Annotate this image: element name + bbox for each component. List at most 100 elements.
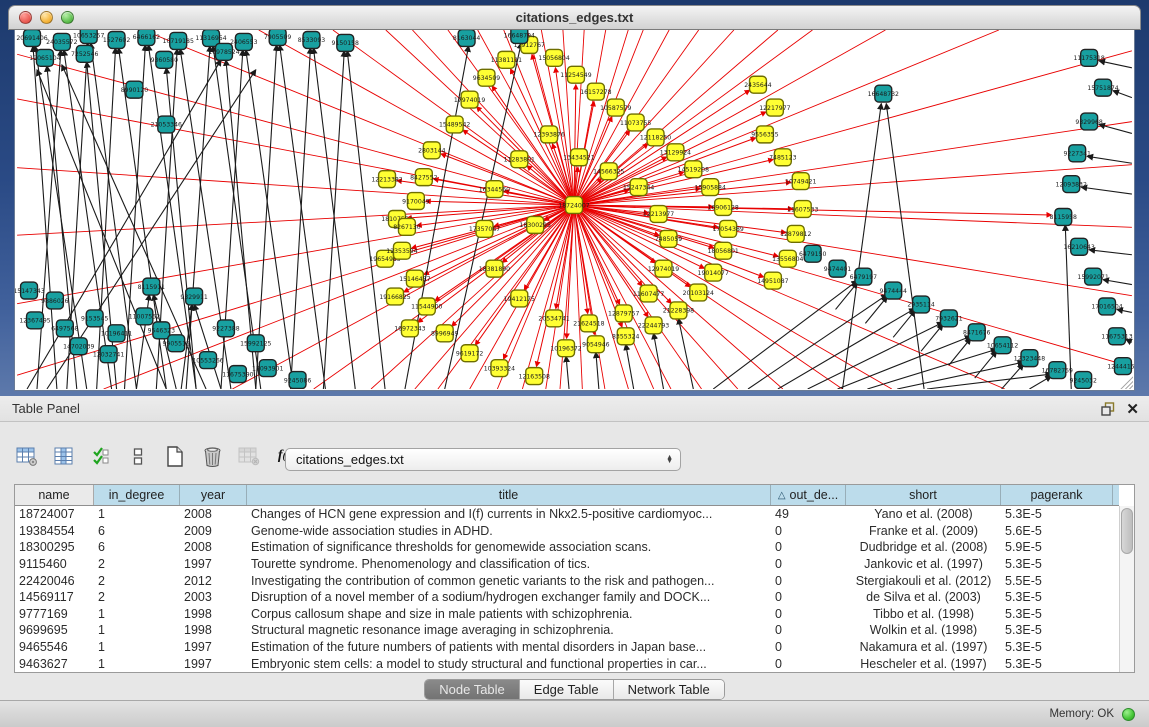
table-cell-title[interactable]: Tourette syndrome. Phenomenology and cla… xyxy=(247,557,771,571)
table-cell-year[interactable]: 2009 xyxy=(180,524,247,538)
tab-node-table[interactable]: Node Table xyxy=(425,680,520,699)
table-cell-in_degree[interactable]: 1 xyxy=(94,623,180,637)
table-cell-name[interactable]: 22420046 xyxy=(15,574,94,588)
table-cell-short[interactable]: Jankovic et al. (1997) xyxy=(846,557,1001,571)
table-cell-title[interactable]: Structural magnetic resonance image aver… xyxy=(247,623,771,637)
close-panel-icon[interactable]: ✕ xyxy=(1126,402,1139,417)
table-cell-pagerank[interactable]: 5.3E-5 xyxy=(1001,590,1113,604)
delete-table-icon[interactable] xyxy=(199,443,225,469)
table-cell-out_degree[interactable]: 0 xyxy=(771,590,846,604)
table-cell-short[interactable]: de Silva et al. (2003) xyxy=(846,590,1001,604)
table-cell-title[interactable]: Disruption of a novel member of a sodium… xyxy=(247,590,771,604)
table-cell-name[interactable]: 9699695 xyxy=(15,623,94,637)
show-columns-icon[interactable] xyxy=(51,443,77,469)
table-cell-in_degree[interactable]: 6 xyxy=(94,540,180,554)
table-row[interactable]: 977716911998Corpus callosum shape and si… xyxy=(15,606,1119,623)
table-cell-year[interactable]: 1998 xyxy=(180,607,247,621)
column-header-title[interactable]: title xyxy=(247,485,771,505)
table-cell-out_degree[interactable]: 49 xyxy=(771,507,846,521)
table-row[interactable]: 1938455462009Genome-wide association stu… xyxy=(15,523,1119,540)
new-table-icon[interactable] xyxy=(162,443,188,469)
column-header-out_degree[interactable]: △out_de... xyxy=(771,485,846,505)
table-cell-year[interactable]: 2003 xyxy=(180,590,247,604)
table-cell-name[interactable]: 9463627 xyxy=(15,657,94,671)
table-cell-out_degree[interactable]: 0 xyxy=(771,640,846,654)
table-cell-out_degree[interactable]: 0 xyxy=(771,607,846,621)
table-cell-pagerank[interactable]: 5.3E-5 xyxy=(1001,640,1113,654)
table-cell-pagerank[interactable]: 5.3E-5 xyxy=(1001,607,1113,621)
table-cell-title[interactable]: Genome-wide association studies in ADHD. xyxy=(247,524,771,538)
table-row[interactable]: 2242004622012Investigating the contribut… xyxy=(15,572,1119,589)
float-panel-icon[interactable] xyxy=(1101,402,1116,416)
table-cell-name[interactable]: 9115460 xyxy=(15,557,94,571)
table-cell-name[interactable]: 9465546 xyxy=(15,640,94,654)
table-row[interactable]: 946362711997Embryonic stem cells: a mode… xyxy=(15,655,1119,672)
table-cell-out_degree[interactable]: 0 xyxy=(771,574,846,588)
table-cell-name[interactable]: 18300295 xyxy=(15,540,94,554)
table-cell-pagerank[interactable]: 5.6E-5 xyxy=(1001,524,1113,538)
tab-network-table[interactable]: Network Table xyxy=(614,680,724,699)
scrollbar-thumb[interactable] xyxy=(1121,508,1133,554)
table-cell-year[interactable]: 1997 xyxy=(180,657,247,671)
table-cell-pagerank[interactable]: 5.3E-5 xyxy=(1001,557,1113,571)
table-cell-year[interactable]: 2012 xyxy=(180,574,247,588)
table-cell-pagerank[interactable]: 5.5E-5 xyxy=(1001,574,1113,588)
table-cell-in_degree[interactable]: 1 xyxy=(94,657,180,671)
table-row[interactable]: 1872400712008Changes of HCN gene express… xyxy=(15,506,1119,523)
table-cell-year[interactable]: 1998 xyxy=(180,623,247,637)
table-cell-year[interactable]: 1997 xyxy=(180,557,247,571)
table-cell-title[interactable]: Changes of HCN gene expression and I(f) … xyxy=(247,507,771,521)
table-vertical-scrollbar[interactable] xyxy=(1119,506,1134,672)
table-cell-title[interactable]: Estimation of significance thresholds fo… xyxy=(247,540,771,554)
resize-grip-icon[interactable] xyxy=(1119,375,1133,389)
table-cell-out_degree[interactable]: 0 xyxy=(771,657,846,671)
row-height-icon[interactable] xyxy=(125,443,151,469)
table-cell-name[interactable]: 19384554 xyxy=(15,524,94,538)
table-cell-in_degree[interactable]: 6 xyxy=(94,524,180,538)
table-cell-name[interactable]: 14569117 xyxy=(15,590,94,604)
table-cell-short[interactable]: Tibbo et al. (1998) xyxy=(846,607,1001,621)
table-cell-out_degree[interactable]: 0 xyxy=(771,524,846,538)
table-cell-in_degree[interactable]: 1 xyxy=(94,640,180,654)
table-cell-short[interactable]: Nakamura et al. (1997) xyxy=(846,640,1001,654)
table-cell-title[interactable]: Embryonic stem cells: a model to study s… xyxy=(247,657,771,671)
table-cell-year[interactable]: 2008 xyxy=(180,507,247,521)
table-cell-name[interactable]: 18724007 xyxy=(15,507,94,521)
table-cell-in_degree[interactable]: 2 xyxy=(94,574,180,588)
table-cell-title[interactable]: Investigating the contribution of common… xyxy=(247,574,771,588)
table-cell-out_degree[interactable]: 0 xyxy=(771,557,846,571)
table-row[interactable]: 1830029562008Estimation of significance … xyxy=(15,539,1119,556)
table-cell-out_degree[interactable]: 0 xyxy=(771,540,846,554)
table-cell-out_degree[interactable]: 0 xyxy=(771,623,846,637)
network-canvas[interactable]: 1872400712213382181075541965498519166825… xyxy=(14,30,1135,391)
table-cell-title[interactable]: Corpus callosum shape and size in male p… xyxy=(247,607,771,621)
column-header-pagerank[interactable]: pagerank xyxy=(1001,485,1113,505)
table-selector-dropdown[interactable]: citations_edges.txt ▲▼ xyxy=(285,448,681,471)
table-cell-in_degree[interactable]: 1 xyxy=(94,507,180,521)
table-cell-short[interactable]: Wolkin et al. (1998) xyxy=(846,623,1001,637)
column-header-in_degree[interactable]: in_degree xyxy=(94,485,180,505)
table-cell-in_degree[interactable]: 2 xyxy=(94,590,180,604)
network-window-titlebar[interactable]: citations_edges.txt xyxy=(8,5,1141,30)
table-cell-pagerank[interactable]: 5.3E-5 xyxy=(1001,657,1113,671)
table-cell-year[interactable]: 2008 xyxy=(180,540,247,554)
table-cell-short[interactable]: Franke et al. (2009) xyxy=(846,524,1001,538)
table-cell-pagerank[interactable]: 5.3E-5 xyxy=(1001,623,1113,637)
table-row[interactable]: 911546021997Tourette syndrome. Phenomeno… xyxy=(15,556,1119,573)
table-row[interactable]: 1456911722003Disruption of a novel membe… xyxy=(15,589,1119,606)
table-cell-year[interactable]: 1997 xyxy=(180,640,247,654)
column-header-name[interactable]: name xyxy=(15,485,94,505)
column-header-year[interactable]: year xyxy=(180,485,247,505)
table-cell-pagerank[interactable]: 5.3E-5 xyxy=(1001,507,1113,521)
table-cell-short[interactable]: Hescheler et al. (1997) xyxy=(846,657,1001,671)
column-header-short[interactable]: short xyxy=(846,485,1001,505)
table-cell-short[interactable]: Stergiakouli et al. (2012) xyxy=(846,574,1001,588)
table-cell-in_degree[interactable]: 1 xyxy=(94,607,180,621)
table-row[interactable]: 946554611997Estimation of the future num… xyxy=(15,639,1119,656)
table-options-icon[interactable] xyxy=(14,443,40,469)
table-cell-name[interactable]: 9777169 xyxy=(15,607,94,621)
table-cell-short[interactable]: Yano et al. (2008) xyxy=(846,507,1001,521)
table-cell-short[interactable]: Dudbridge et al. (2008) xyxy=(846,540,1001,554)
select-columns-icon[interactable] xyxy=(88,443,114,469)
table-row[interactable]: 969969511998Structural magnetic resonanc… xyxy=(15,622,1119,639)
